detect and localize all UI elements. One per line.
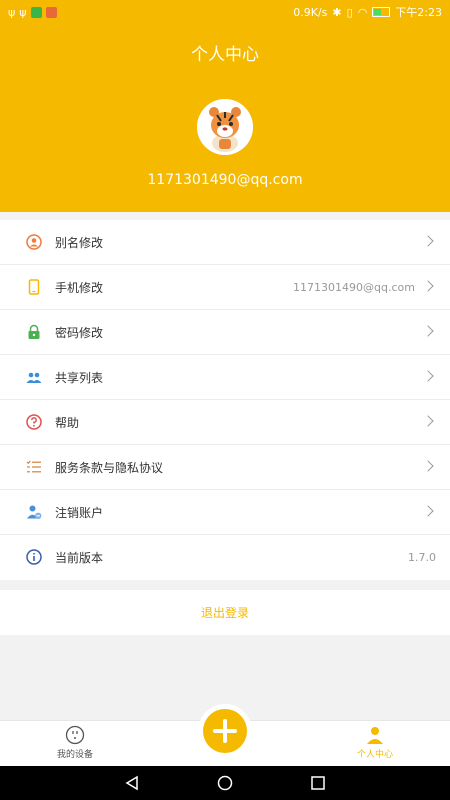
wifi-icon: ◠ (357, 5, 368, 19)
tab-profile[interactable]: 个人中心 (330, 725, 420, 760)
menu-item-delete-account[interactable]: 注销账户 (0, 490, 450, 535)
user-email: 1171301490@qq.com (147, 172, 303, 188)
chevron-right-icon (422, 460, 434, 472)
status-time: 下午2:23 (395, 6, 442, 19)
phone-value: 1171301490@qq.com (293, 280, 415, 294)
status-left: ψ ψ (8, 6, 57, 19)
menu-item-share-list[interactable]: 共享列表 (0, 355, 450, 400)
settings-menu: 别名修改 手机修改 1171301490@qq.com 密码修改 共享列表 帮助… (0, 220, 450, 580)
menu-label: 服务条款与隐私协议 (55, 460, 164, 475)
info-icon (26, 549, 42, 565)
chevron-right-icon (422, 235, 434, 247)
app-notification-icon (30, 6, 42, 18)
status-bar: ψ ψ 0.9K/s ✱ ▯ ◠ 下午2:23 (0, 0, 450, 24)
tab-label: 我的设备 (56, 750, 93, 760)
avatar[interactable] (197, 99, 253, 155)
phone-icon (28, 279, 40, 295)
bluetooth-icon: ✱ (332, 5, 342, 19)
menu-label: 密码修改 (55, 325, 104, 340)
profile-header: 个人中心 1171301490@qq.com (0, 24, 450, 212)
menu-label: 共享列表 (55, 370, 104, 385)
back-icon[interactable] (124, 775, 140, 791)
socket-icon (65, 725, 85, 745)
vibrate-icon: ▯ (346, 5, 353, 19)
lock-icon (28, 324, 40, 339)
tab-my-devices[interactable]: 我的设备 (30, 725, 120, 760)
network-speed: 0.9K/s (293, 5, 328, 19)
tab-label: 个人中心 (356, 750, 393, 760)
menu-label: 帮助 (55, 415, 80, 430)
menu-label: 别名修改 (55, 235, 104, 250)
status-right: 0.9K/s ✱ ▯ ◠ 下午2:23 (293, 4, 442, 20)
tiger-avatar-icon (197, 99, 253, 155)
menu-item-terms[interactable]: 服务条款与隐私协议 (0, 445, 450, 490)
logout-button[interactable]: 退出登录 (0, 590, 450, 635)
battery-icon (372, 7, 391, 17)
version-value: 1.7.0 (408, 551, 436, 564)
chevron-right-icon (422, 505, 434, 517)
usb-icon: ψ (19, 5, 27, 19)
menu-item-password[interactable]: 密码修改 (0, 310, 450, 355)
chevron-right-icon (422, 370, 434, 382)
recents-icon[interactable] (310, 775, 326, 791)
usb-icon: ψ (8, 5, 16, 19)
home-icon[interactable] (217, 775, 233, 791)
menu-label: 当前版本 (55, 551, 104, 565)
menu-item-phone[interactable]: 手机修改 1171301490@qq.com (0, 265, 450, 310)
person-circle-icon (26, 234, 42, 250)
chevron-right-icon (422, 280, 434, 292)
menu-item-alias[interactable]: 别名修改 (0, 220, 450, 265)
system-nav-bar (0, 766, 450, 800)
user-remove-icon (27, 505, 42, 519)
menu-label: 注销账户 (55, 505, 104, 520)
chevron-right-icon (422, 325, 434, 337)
page-title: 个人中心 (191, 45, 259, 65)
list-icon (26, 460, 41, 473)
question-icon (26, 414, 42, 430)
menu-label: 手机修改 (55, 280, 104, 295)
menu-item-version: 当前版本 1.7.0 (0, 535, 450, 580)
app-notification-icon (45, 6, 57, 18)
people-icon (26, 372, 42, 383)
person-icon (367, 727, 383, 744)
chevron-right-icon (422, 415, 434, 427)
menu-item-help[interactable]: 帮助 (0, 400, 450, 445)
add-device-button[interactable] (203, 709, 247, 753)
